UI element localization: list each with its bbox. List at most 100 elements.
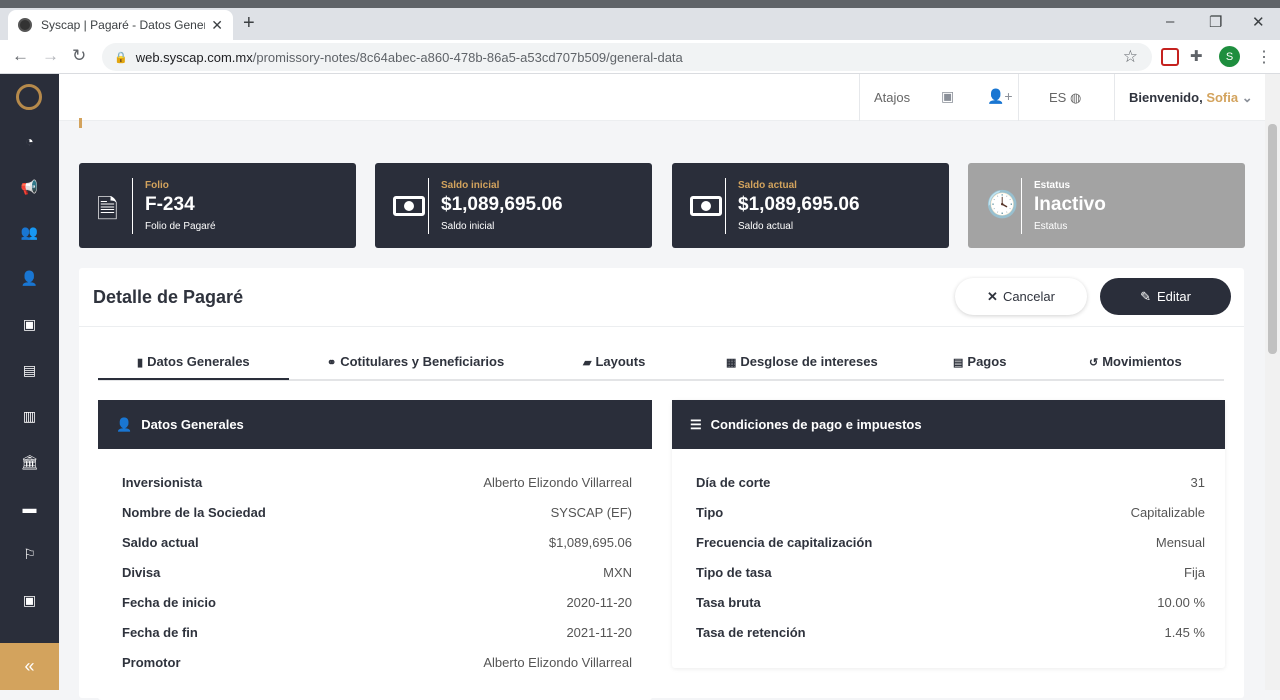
card-value: $1,089,695.06 [738,194,860,215]
field-label: Divisa [122,565,161,580]
cash-icon[interactable]: ▣ [0,592,59,609]
tab-label: Pagos [967,354,1007,369]
money-icon [393,195,425,223]
sliders-icon: ☰ [690,416,702,432]
field-value: Fija [1184,565,1205,580]
page-scrollbar[interactable] [1265,74,1280,690]
header-divider [1114,74,1115,121]
bank-icon[interactable]: 🏛 [0,454,59,471]
shortcuts-label[interactable]: Atajos [874,90,910,105]
current-balance-card: Saldo actual $1,089,695.06 Saldo actual [672,163,949,248]
browser-tab[interactable]: Syscap | Pagaré - Datos Generales ✕ [8,10,233,40]
field-value: 10.00 % [1157,595,1205,610]
tab-payments[interactable]: ▤ Pagos [953,354,1006,369]
tab-layouts[interactable]: ▰ Layouts [583,354,645,369]
card-sub: Folio de Pagaré [145,221,216,232]
app-logo[interactable] [16,84,42,110]
tab-general-data[interactable]: ▮ Datos Generales [137,354,250,369]
field-value: 1.45 % [1164,625,1205,640]
field-label: Inversionista [122,475,203,490]
user-name: Sofia [1206,90,1239,105]
tab-movements[interactable]: ↺ Movimientos [1089,354,1182,369]
card-value: F-234 [145,194,195,215]
list-item: Fecha de inicio 2020-11-20 [122,595,632,615]
tab-co-holders[interactable]: ⚭ Cotitulares y Beneficiarios [327,354,504,369]
field-value: Capitalizable [1130,505,1205,520]
credit-card-icon[interactable]: ▬ [0,500,59,516]
tab-interest-breakdown[interactable]: ▦ Desglose de intereses [726,354,878,369]
maximize-icon[interactable]: ❐ [1209,13,1222,31]
lock-icon: 🔒 [114,51,128,64]
card-value: $1,089,695.06 [441,194,563,215]
app-sidebar: ◔ 📢 👥 👤 ▣ ▤ ▥ 🏛 ▬ ⚐ ▣ « [0,74,59,690]
bookmark-star-icon[interactable]: ☆ [1123,47,1138,67]
list-item: Día de corte 31 [696,475,1205,495]
sidebar-collapse-button[interactable]: « [0,643,59,690]
puzzle-extensions-icon[interactable]: ✚ [1190,47,1208,65]
minimize-icon[interactable]: – [1166,13,1174,30]
tab-title: Syscap | Pagaré - Datos Generales [41,18,205,32]
scrollbar-thumb[interactable] [1268,124,1277,354]
tab-label: Desglose de intereses [740,354,878,369]
users-icon[interactable]: 👥 [0,224,59,241]
active-tab-indicator [98,378,289,380]
new-tab-button[interactable]: + [243,12,255,35]
extension-icon[interactable] [1161,48,1179,66]
chevron-down-icon: ⌄ [1241,90,1253,105]
list-item: Tipo de tasa Fija [696,565,1205,585]
language-selector[interactable]: ES ◍ [1049,90,1081,106]
field-value: Alberto Elizondo Villarreal [483,655,632,670]
browser-tabbar: Syscap | Pagaré - Datos Generales ✕ + – … [0,8,1280,40]
edit-button[interactable]: ✎ Editar [1100,278,1231,315]
app-header: Atajos ▣ 👤+ ES ◍ Bienvenido, Sofia ⌄ [59,74,1265,121]
field-label: Promotor [122,655,181,670]
chart-icon[interactable]: ▥ [0,408,59,425]
list-item: Tasa de retención 1.45 % [696,625,1205,645]
list-item: Nombre de la Sociedad SYSCAP (EF) [122,505,632,525]
browser-menu-icon[interactable]: ⋮ [1256,47,1272,67]
cancel-label: Cancelar [1002,289,1055,304]
field-label: Tipo [696,505,724,520]
user-menu[interactable]: Bienvenido, Sofia ⌄ [1129,90,1253,106]
user-tie-icon[interactable]: 👤 [0,270,59,287]
cancel-button[interactable]: ✕ Cancelar [955,278,1087,315]
list-item: Fecha de fin 2021-11-20 [122,625,632,645]
tab-label: Cotitulares y Beneficiarios [340,354,505,369]
field-label: Nombre de la Sociedad [122,505,266,520]
card-divider [1021,178,1022,234]
field-label: Saldo actual [122,535,199,550]
page-title: Detalle de Pagaré [93,287,244,307]
field-value: 31 [1190,475,1205,490]
address-bar[interactable]: 🔒 web.syscap.com.mx/promissory-notes/8c6… [102,43,1152,71]
field-value: 2021-11-20 [566,625,632,640]
list-item: Frecuencia de capitalización Mensual [696,535,1205,555]
folio-card: 🗎 Folio F-234 Folio de Pagaré [79,163,356,248]
field-value: Mensual [1155,535,1205,550]
hand-holding-icon[interactable]: ⚐ [0,546,59,563]
id-card-icon[interactable]: ▤ [0,362,59,379]
dashboard-icon[interactable]: ◔ [0,133,59,149]
favicon-icon [18,18,32,32]
money-shortcut-icon[interactable]: ▣ [941,88,954,105]
back-icon[interactable]: ← [12,46,29,66]
url-domain: web.syscap.com.mx [135,49,253,65]
tab-close-icon[interactable]: ✕ [211,17,223,34]
megaphone-icon[interactable]: 📢 [0,179,59,196]
tab-label: Layouts [595,354,646,369]
detail-panel: Detalle de Pagaré ✕ Cancelar ✎ Editar ▮ Dat… [79,268,1244,700]
money-bill-icon[interactable]: ▣ [0,316,59,333]
edit-label: Editar [1156,289,1191,304]
field-label: Fecha de inicio [122,595,216,610]
field-value: SYSCAP (EF) [550,505,632,520]
add-user-icon[interactable]: 👤+ [987,88,1013,105]
card-sub: Estatus [1034,221,1068,232]
forward-icon[interactable]: → [42,46,59,66]
window-close-icon[interactable]: ✕ [1252,13,1265,31]
card-label: Estatus [1034,180,1071,191]
field-label: Tasa bruta [696,595,761,610]
field-label: Día de corte [696,475,771,490]
section-header: 👤 Datos Generales [98,400,652,449]
reload-icon[interactable]: ↻ [72,46,86,66]
profile-avatar[interactable]: S [1219,46,1240,67]
card-label: Saldo inicial [441,180,500,191]
